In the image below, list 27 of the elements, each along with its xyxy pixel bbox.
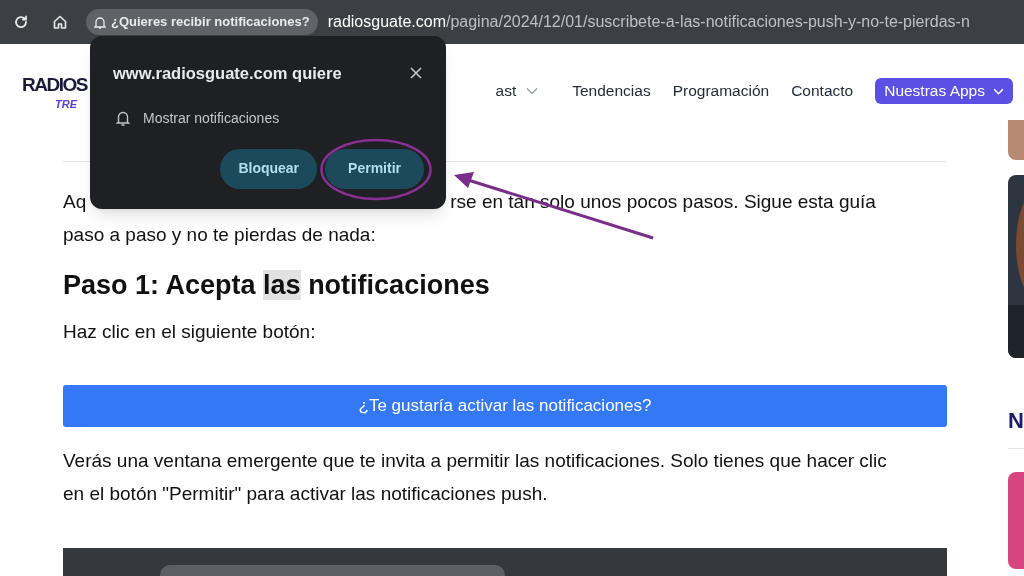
popup-button[interactable]: Bloquear: [220, 148, 318, 189]
bell-icon: [116, 110, 130, 127]
section-heading: Paso 1: Acepta las notificaciones: [63, 269, 491, 302]
paragraph-text: Verás una ventana emergente que te invita a permitir las notificaciones. Solo tienes que hacer clic en el botón "Permitir" para activar las notificaciones push.: [63, 449, 888, 506]
notification-chip[interactable]: ¿Quieres recibir notificaciones?: [86, 9, 318, 35]
chevron-down-icon: [526, 87, 539, 95]
paragraph-text: paso a paso y no te pierdas de nada:: [63, 223, 377, 247]
bell-icon: [94, 15, 106, 29]
popup-title: www.radiosguate.com quiere: [113, 63, 342, 84]
sidebar-heading: N: [1008, 407, 1024, 435]
nav-link[interactable]: Tendencias: [572, 79, 651, 103]
nav-link[interactable]: ast: [495, 79, 539, 103]
paragraph-text: Aq: [63, 190, 87, 214]
logo-subtitle: TRE: [55, 98, 79, 110]
nav-link[interactable]: Programación: [672, 79, 770, 103]
home-icon[interactable]: [52, 14, 68, 30]
reload-icon[interactable]: [13, 14, 29, 30]
logo-text: RADIOS: [22, 73, 87, 97]
paragraph-text: Haz clic en el siguiente botón:: [63, 320, 317, 344]
permission-label: Mostrar notificaciones: [143, 108, 280, 128]
nav-link[interactable]: Contacto: [791, 79, 854, 103]
enable-notifications-button[interactable]: ¿Te gustaría activar las notificaciones?: [63, 385, 947, 427]
address-field[interactable]: radiosguate.com/pagina/2024/12/01/suscribete-a-las-notificaciones-push-y-no-te-pierdas-n: [327, 10, 970, 34]
chevron-down-icon: [993, 87, 1004, 95]
close-icon[interactable]: [410, 67, 422, 80]
popup-button[interactable]: Permitir: [325, 148, 424, 189]
apps-dropdown-button[interactable]: Nuestras Apps: [875, 78, 1013, 104]
